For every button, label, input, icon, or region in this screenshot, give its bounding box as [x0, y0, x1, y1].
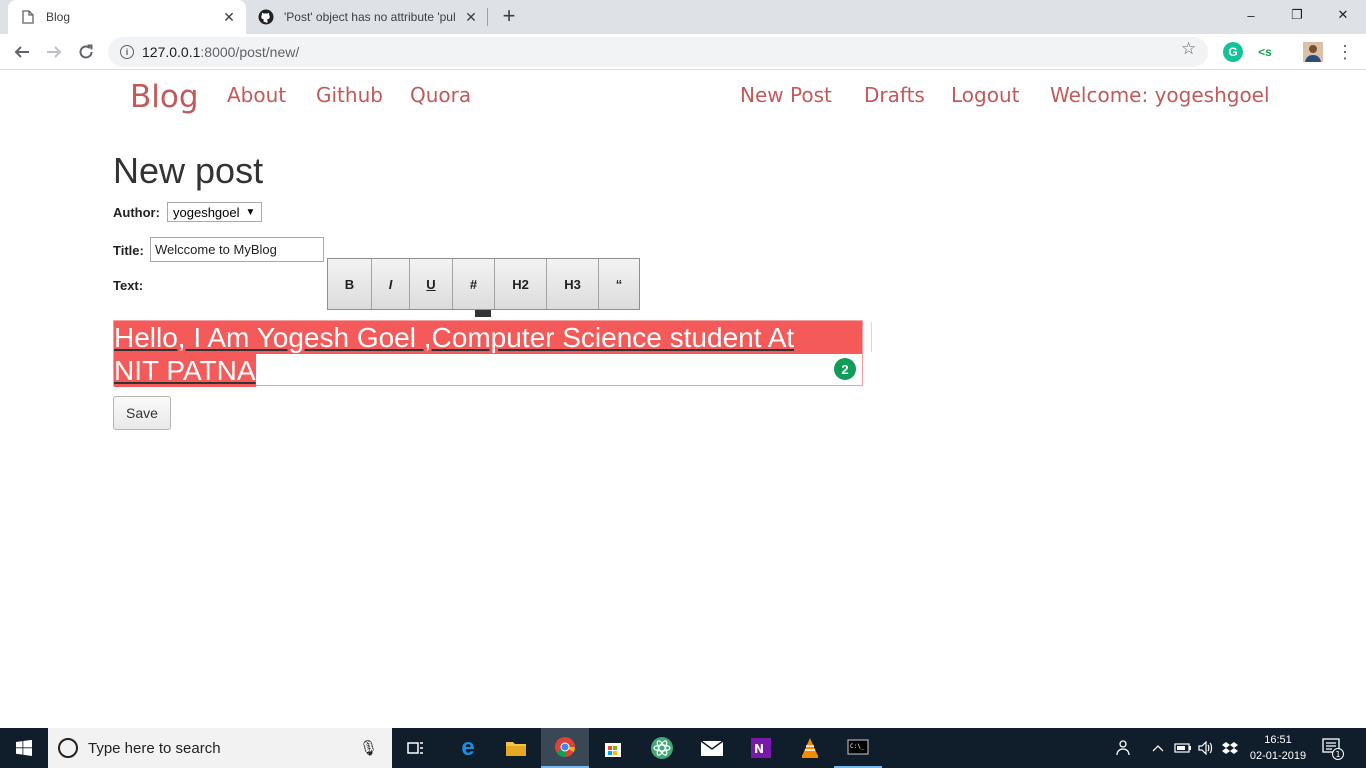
dropbox-icon[interactable] [1222, 728, 1238, 768]
bookmark-star-icon[interactable]: ☆ [1181, 39, 1196, 59]
nav-quora[interactable]: Quora [410, 83, 471, 107]
mail-icon[interactable] [688, 728, 736, 768]
code-extension-icon[interactable]: <s [1255, 42, 1275, 62]
people-icon[interactable] [1115, 728, 1133, 768]
search-placeholder: Type here to search [88, 739, 221, 757]
author-value: yogeshgoel [173, 204, 240, 220]
forward-icon[interactable] [40, 38, 68, 66]
chevron-up-icon[interactable] [1152, 728, 1164, 768]
microphone-icon[interactable]: 🎙 [359, 739, 378, 757]
svg-text:N: N [754, 742, 764, 756]
github-icon [258, 9, 274, 25]
close-icon[interactable]: ✕ [460, 6, 482, 28]
h3-button[interactable]: H3 [547, 259, 599, 309]
nav-github[interactable]: Github [316, 83, 383, 107]
volume-icon[interactable] [1198, 728, 1214, 768]
windows-taskbar: Type here to search 🎙 e N C:\_ 16:51 02-… [0, 728, 1366, 768]
notification-count: 1 [1335, 750, 1340, 759]
terminal-icon[interactable]: C:\_ [834, 728, 882, 768]
tab-divider [487, 8, 488, 26]
nav-new-post[interactable]: New Post [740, 83, 832, 107]
selected-text-line-1: Hello, I Am Yogesh Goel ,Computer Scienc… [114, 322, 795, 353]
url-path: :8000/post/new/ [200, 44, 300, 60]
dropdown-arrow-icon: ▼ [245, 206, 256, 218]
tab-strip: Blog ✕ 'Post' object has no attribute 'p… [0, 0, 1366, 34]
toolbar-pointer [475, 310, 491, 317]
atom-icon[interactable] [638, 728, 686, 768]
brand-link[interactable]: Blog [130, 79, 199, 115]
profile-avatar[interactable] [1303, 42, 1323, 62]
clock-date: 02-01-2019 [1249, 750, 1307, 762]
reload-icon[interactable] [72, 38, 100, 66]
author-label: Author: [113, 205, 160, 220]
onenote-icon[interactable]: N [737, 728, 785, 768]
welcome-text: Welcome: yogeshgoel [1050, 83, 1270, 107]
notifications-icon[interactable]: 1 [1322, 736, 1344, 760]
task-view-icon[interactable] [392, 728, 440, 768]
title-input[interactable] [150, 237, 324, 262]
edge-icon[interactable]: e [444, 728, 492, 768]
browser-toolbar: i 127.0.0.1:8000/post/new/ [0, 34, 1366, 70]
cortana-icon [58, 738, 78, 758]
vlc-icon[interactable] [786, 728, 834, 768]
title-label: Title: [113, 243, 144, 258]
nav-logout[interactable]: Logout [951, 83, 1019, 107]
heading-hash-button[interactable]: # [453, 259, 495, 309]
nav-about[interactable]: About [227, 83, 286, 107]
grammarly-icon[interactable]: G [1223, 42, 1243, 62]
url-host: 127.0.0.1 [142, 44, 201, 60]
restore-button[interactable]: ❐ [1274, 0, 1320, 30]
file-explorer-icon[interactable] [492, 728, 540, 768]
quote-button[interactable]: “ [599, 259, 639, 309]
text-label: Text: [113, 278, 144, 293]
italic-button[interactable]: I [372, 259, 410, 309]
page-title: New post [113, 150, 264, 191]
save-button[interactable]: Save [113, 396, 171, 430]
menu-icon[interactable]: ⋮ [1336, 40, 1354, 64]
selected-text-line-2: NIT PATNA [114, 355, 256, 386]
editor-content[interactable]: Hello, I Am Yogesh Goel ,Computer Scienc… [114, 321, 864, 387]
new-tab-button[interactable]: + [498, 5, 520, 29]
format-toolbar: B I U # H2 H3 “ [327, 258, 640, 310]
close-icon[interactable]: ✕ [218, 6, 240, 28]
underline-button[interactable]: U [410, 259, 453, 309]
nav-drafts[interactable]: Drafts [864, 83, 925, 107]
author-select[interactable]: yogeshgoel ▼ [167, 202, 262, 222]
back-icon[interactable] [8, 38, 36, 66]
store-icon[interactable] [589, 728, 637, 768]
taskbar-search[interactable]: Type here to search 🎙 [48, 728, 392, 768]
bold-button[interactable]: B [328, 259, 372, 309]
tab-title: Blog [46, 10, 71, 24]
page-icon [20, 9, 36, 25]
minimize-button[interactable]: – [1228, 0, 1274, 30]
tab-blog[interactable]: Blog ✕ [8, 0, 246, 34]
info-icon[interactable]: i [120, 45, 134, 59]
svg-text:C:\_: C:\_ [850, 743, 865, 750]
chrome-icon[interactable] [541, 728, 589, 768]
windows-start-icon[interactable] [0, 728, 48, 768]
clock-time: 16:51 [1264, 734, 1292, 746]
tab-github[interactable]: 'Post' object has no attribute 'pul ✕ [248, 0, 488, 34]
close-window-button[interactable]: ✕ [1320, 0, 1366, 30]
grammarly-issue-badge[interactable]: 2 [834, 358, 856, 380]
battery-icon[interactable] [1174, 728, 1192, 768]
editor-edge [871, 322, 872, 352]
h2-button[interactable]: H2 [495, 259, 547, 309]
text-editor[interactable]: Hello, I Am Yogesh Goel ,Computer Scienc… [113, 320, 864, 387]
tab-title: 'Post' object has no attribute 'pul [284, 10, 456, 24]
system-clock[interactable]: 16:51 02-01-2019 [1245, 732, 1311, 764]
address-bar[interactable]: i 127.0.0.1:8000/post/new/ [108, 37, 1208, 67]
